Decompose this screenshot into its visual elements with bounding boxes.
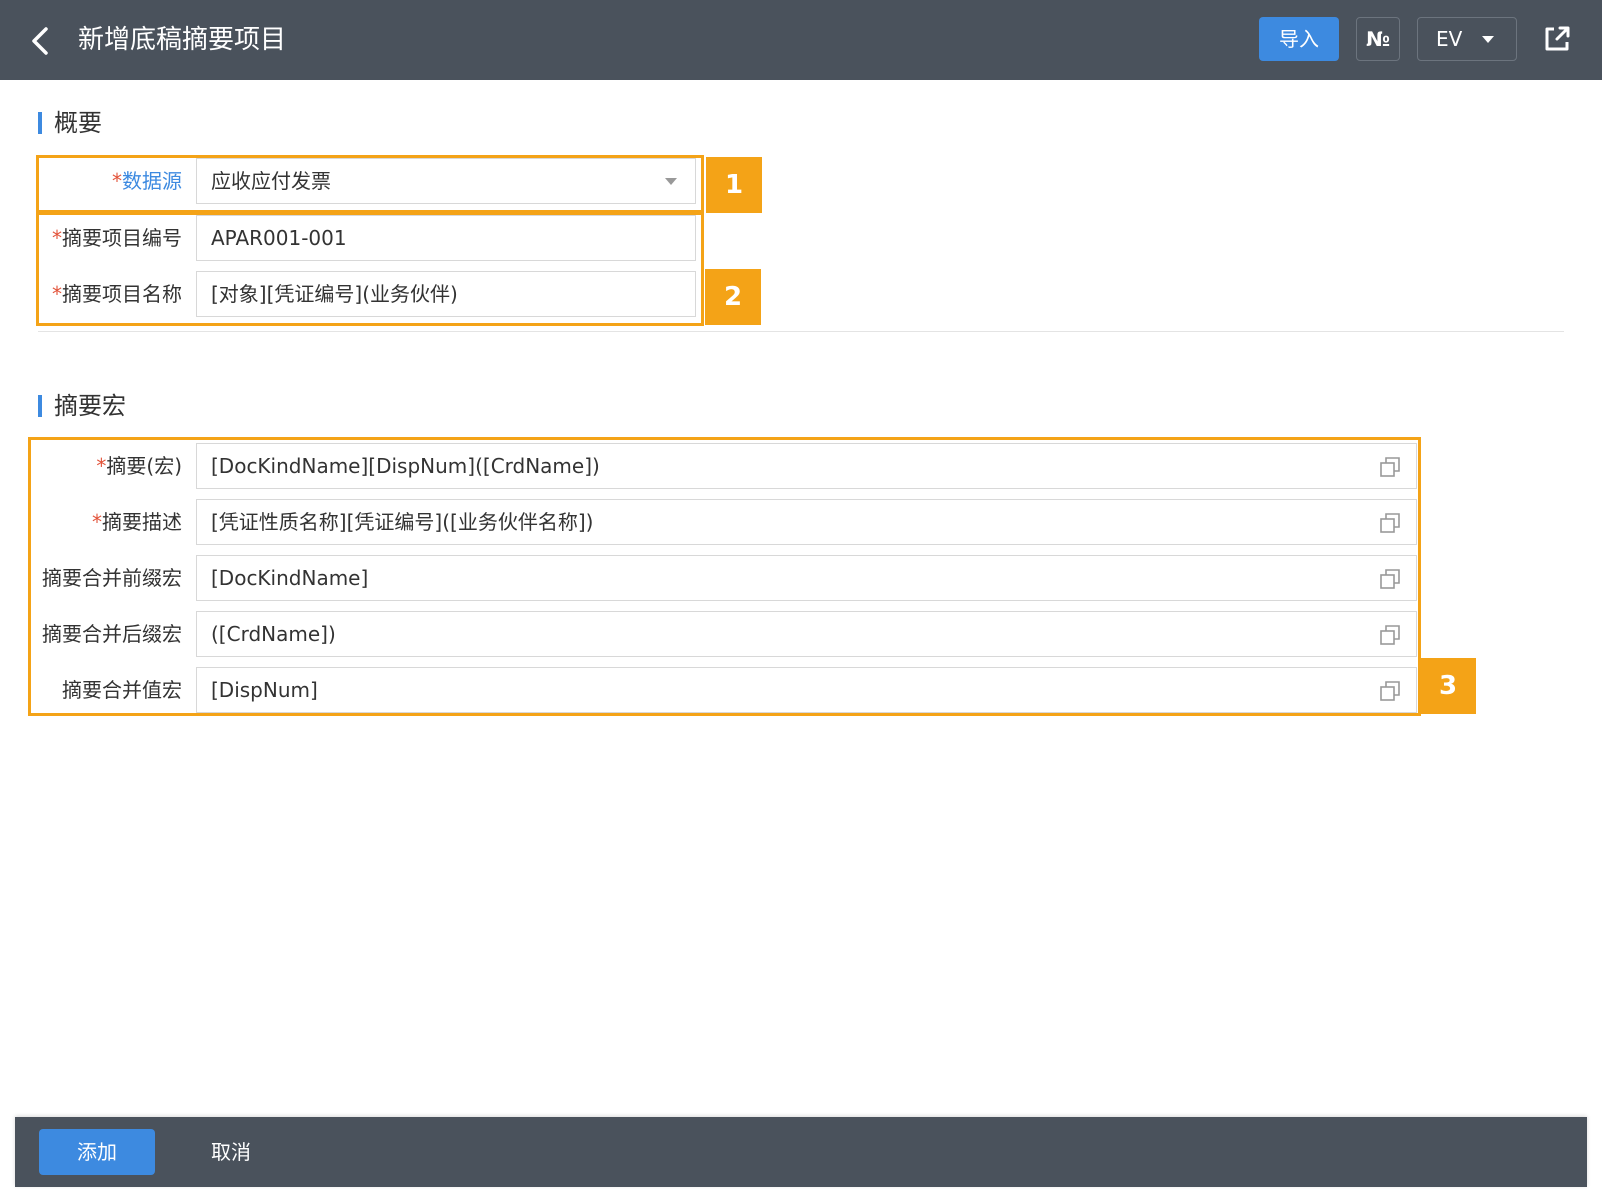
share-icon <box>1545 26 1570 51</box>
numero-button[interactable]: № <box>1356 17 1400 61</box>
section-divider <box>38 331 1564 332</box>
highlight-badge-3: 3 <box>1420 658 1476 714</box>
highlight-badge-1: 1 <box>706 157 762 213</box>
highlight-box-3 <box>28 437 1421 716</box>
section-title-overview: 概要 <box>38 108 102 138</box>
cancel-button[interactable]: 取消 <box>191 1129 271 1175</box>
ev-dropdown[interactable]: EV <box>1417 17 1517 61</box>
share-button[interactable] <box>1540 22 1574 56</box>
bottom-action-bar: 添加 取消 <box>15 1117 1587 1187</box>
import-button[interactable]: 导入 <box>1259 17 1339 61</box>
back-button[interactable] <box>22 22 58 58</box>
chevron-down-icon <box>1482 36 1494 43</box>
highlight-box-2 <box>36 212 704 326</box>
ev-dropdown-label: EV <box>1436 27 1463 51</box>
add-button[interactable]: 添加 <box>39 1129 155 1175</box>
section-title-macro: 摘要宏 <box>38 391 126 421</box>
top-bar: 新增底稿摘要项目 导入 № EV <box>0 0 1602 80</box>
highlight-box-1 <box>36 155 704 213</box>
highlight-badge-2: 2 <box>705 269 761 325</box>
back-arrow-icon <box>32 27 48 55</box>
page-title: 新增底稿摘要项目 <box>78 25 287 55</box>
